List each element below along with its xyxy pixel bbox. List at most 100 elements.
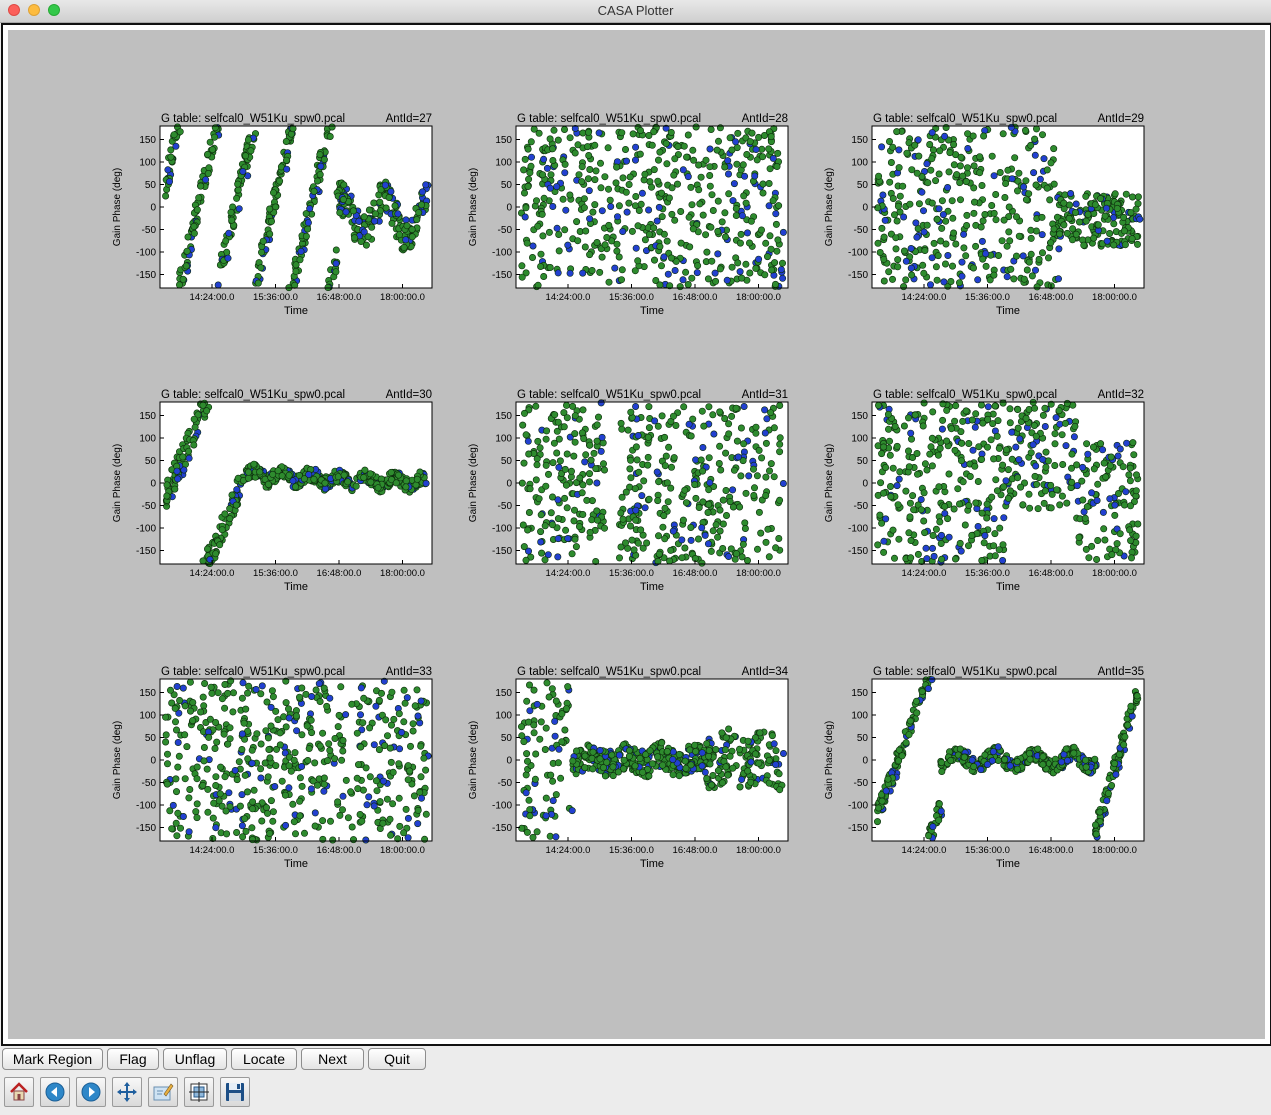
data-point bbox=[1020, 275, 1028, 283]
flagged-point bbox=[902, 257, 910, 265]
data-point bbox=[729, 764, 737, 772]
home-icon[interactable] bbox=[4, 1077, 34, 1107]
subplot-antid-28[interactable]: 150100500-50-100-15014:24:00.0 15:36:00.0… bbox=[468, 113, 789, 317]
flagged-point bbox=[185, 828, 193, 836]
flag-button[interactable]: Flag bbox=[107, 1048, 159, 1070]
unflag-button[interactable]: Unflag bbox=[163, 1048, 227, 1070]
data-point bbox=[162, 192, 170, 200]
data-point bbox=[632, 193, 640, 201]
data-point bbox=[164, 750, 172, 758]
data-point bbox=[617, 419, 625, 427]
subplot-antid-34[interactable]: 150100500-50-100-15014:24:00.0 15:36:00.0… bbox=[468, 666, 789, 870]
data-point bbox=[388, 688, 396, 696]
data-point bbox=[261, 759, 269, 767]
data-point bbox=[906, 200, 914, 208]
data-point bbox=[245, 474, 253, 482]
subplot-antid-27[interactable]: 150100500-50-100-15014:24:00.0 15:36:00.0… bbox=[112, 113, 433, 317]
data-point bbox=[656, 243, 664, 251]
flagged-point bbox=[945, 533, 953, 541]
data-point bbox=[199, 693, 207, 701]
data-point bbox=[999, 130, 1007, 138]
subplot-antid-29[interactable]: 150100500-50-100-15014:24:00.0 15:36:00.0… bbox=[824, 113, 1145, 317]
data-point bbox=[654, 156, 662, 164]
flagged-point bbox=[632, 402, 640, 410]
subplots-configure-icon[interactable] bbox=[184, 1077, 214, 1107]
data-point bbox=[211, 124, 219, 132]
flagged-point bbox=[971, 423, 979, 431]
data-point bbox=[163, 780, 171, 788]
data-point bbox=[774, 236, 782, 244]
flagged-point bbox=[554, 553, 562, 561]
data-point bbox=[563, 450, 571, 458]
x-axis-label: Time bbox=[640, 305, 664, 317]
edit-axis-icon[interactable] bbox=[148, 1077, 178, 1107]
data-point bbox=[1000, 216, 1008, 224]
plot-canvas[interactable]: 150 100 50 0 -50 -100 -150 14:24:00.0 15:36:00.0… bbox=[8, 30, 1265, 1039]
data-point bbox=[550, 126, 558, 134]
mark-region-button[interactable]: Mark Region bbox=[2, 1048, 103, 1070]
data-point bbox=[523, 757, 531, 765]
data-point bbox=[534, 222, 542, 230]
y-tick-label: -100 bbox=[492, 248, 512, 259]
flagged-point bbox=[553, 183, 561, 191]
data-point bbox=[962, 407, 970, 415]
data-point bbox=[1008, 455, 1016, 463]
data-point bbox=[745, 239, 753, 247]
subplot-antid-31[interactable]: 150100500-50-100-15014:24:00.0 15:36:00.0… bbox=[468, 389, 789, 593]
data-point bbox=[1068, 478, 1076, 486]
data-point bbox=[929, 408, 937, 416]
data-point bbox=[661, 504, 669, 512]
flagged-point bbox=[1012, 443, 1020, 451]
subplot-antid-32[interactable]: 150100500-50-100-15014:24:00.0 15:36:00.0… bbox=[824, 389, 1145, 593]
data-point bbox=[759, 153, 767, 161]
data-point bbox=[362, 764, 370, 772]
back-arrow-icon[interactable] bbox=[40, 1077, 70, 1107]
data-point bbox=[193, 814, 201, 822]
data-point bbox=[1081, 514, 1089, 522]
locate-button[interactable]: Locate bbox=[231, 1048, 297, 1070]
data-point bbox=[248, 824, 256, 832]
data-point bbox=[184, 233, 192, 241]
y-tick-label: -150 bbox=[136, 270, 156, 281]
flagged-point bbox=[882, 787, 890, 795]
data-point bbox=[272, 762, 280, 770]
pan-move-icon[interactable] bbox=[112, 1077, 142, 1107]
data-point bbox=[976, 153, 984, 161]
y-tick-label: 0 bbox=[862, 479, 868, 490]
data-point bbox=[556, 457, 564, 465]
flagged-point bbox=[653, 468, 661, 476]
data-point bbox=[1083, 440, 1091, 448]
flagged-point bbox=[214, 281, 222, 289]
data-point bbox=[353, 774, 361, 782]
data-point bbox=[1039, 131, 1047, 139]
data-point bbox=[716, 408, 724, 416]
data-point bbox=[1082, 545, 1090, 553]
data-point bbox=[996, 169, 1004, 177]
data-point bbox=[1132, 487, 1140, 495]
data-point bbox=[1129, 439, 1137, 447]
flagged-point bbox=[941, 132, 949, 140]
flagged-point bbox=[937, 807, 945, 815]
quit-button[interactable]: Quit bbox=[368, 1048, 426, 1070]
subplot-antid-30[interactable]: 150100500-50-100-15014:24:00.0 15:36:00.0… bbox=[112, 389, 433, 593]
data-point bbox=[873, 818, 881, 826]
next-button[interactable]: Next bbox=[301, 1048, 364, 1070]
forward-arrow-icon[interactable] bbox=[76, 1077, 106, 1107]
subplot-antid-35[interactable]: 150100500-50-100-15014:24:00.0 15:36:00.0… bbox=[824, 666, 1145, 870]
data-point bbox=[1069, 225, 1077, 233]
data-point bbox=[344, 814, 352, 822]
data-point bbox=[388, 219, 396, 227]
data-point bbox=[310, 475, 318, 483]
data-point bbox=[1060, 199, 1068, 207]
data-point bbox=[963, 222, 971, 230]
data-point bbox=[573, 218, 581, 226]
figure[interactable]: 150100500-50-100-15014:24:00.0 15:36:00.0… bbox=[8, 30, 1265, 1039]
data-point bbox=[264, 734, 272, 742]
subplot-antid-33[interactable]: 150100500-50-100-15014:24:00.0 15:36:00.0… bbox=[112, 666, 433, 870]
data-point bbox=[529, 833, 537, 841]
data-point bbox=[522, 556, 530, 564]
save-disk-icon[interactable] bbox=[220, 1077, 250, 1107]
window-titlebar[interactable]: CASA Plotter bbox=[0, 0, 1271, 23]
data-point bbox=[1051, 440, 1059, 448]
data-point bbox=[554, 759, 562, 767]
